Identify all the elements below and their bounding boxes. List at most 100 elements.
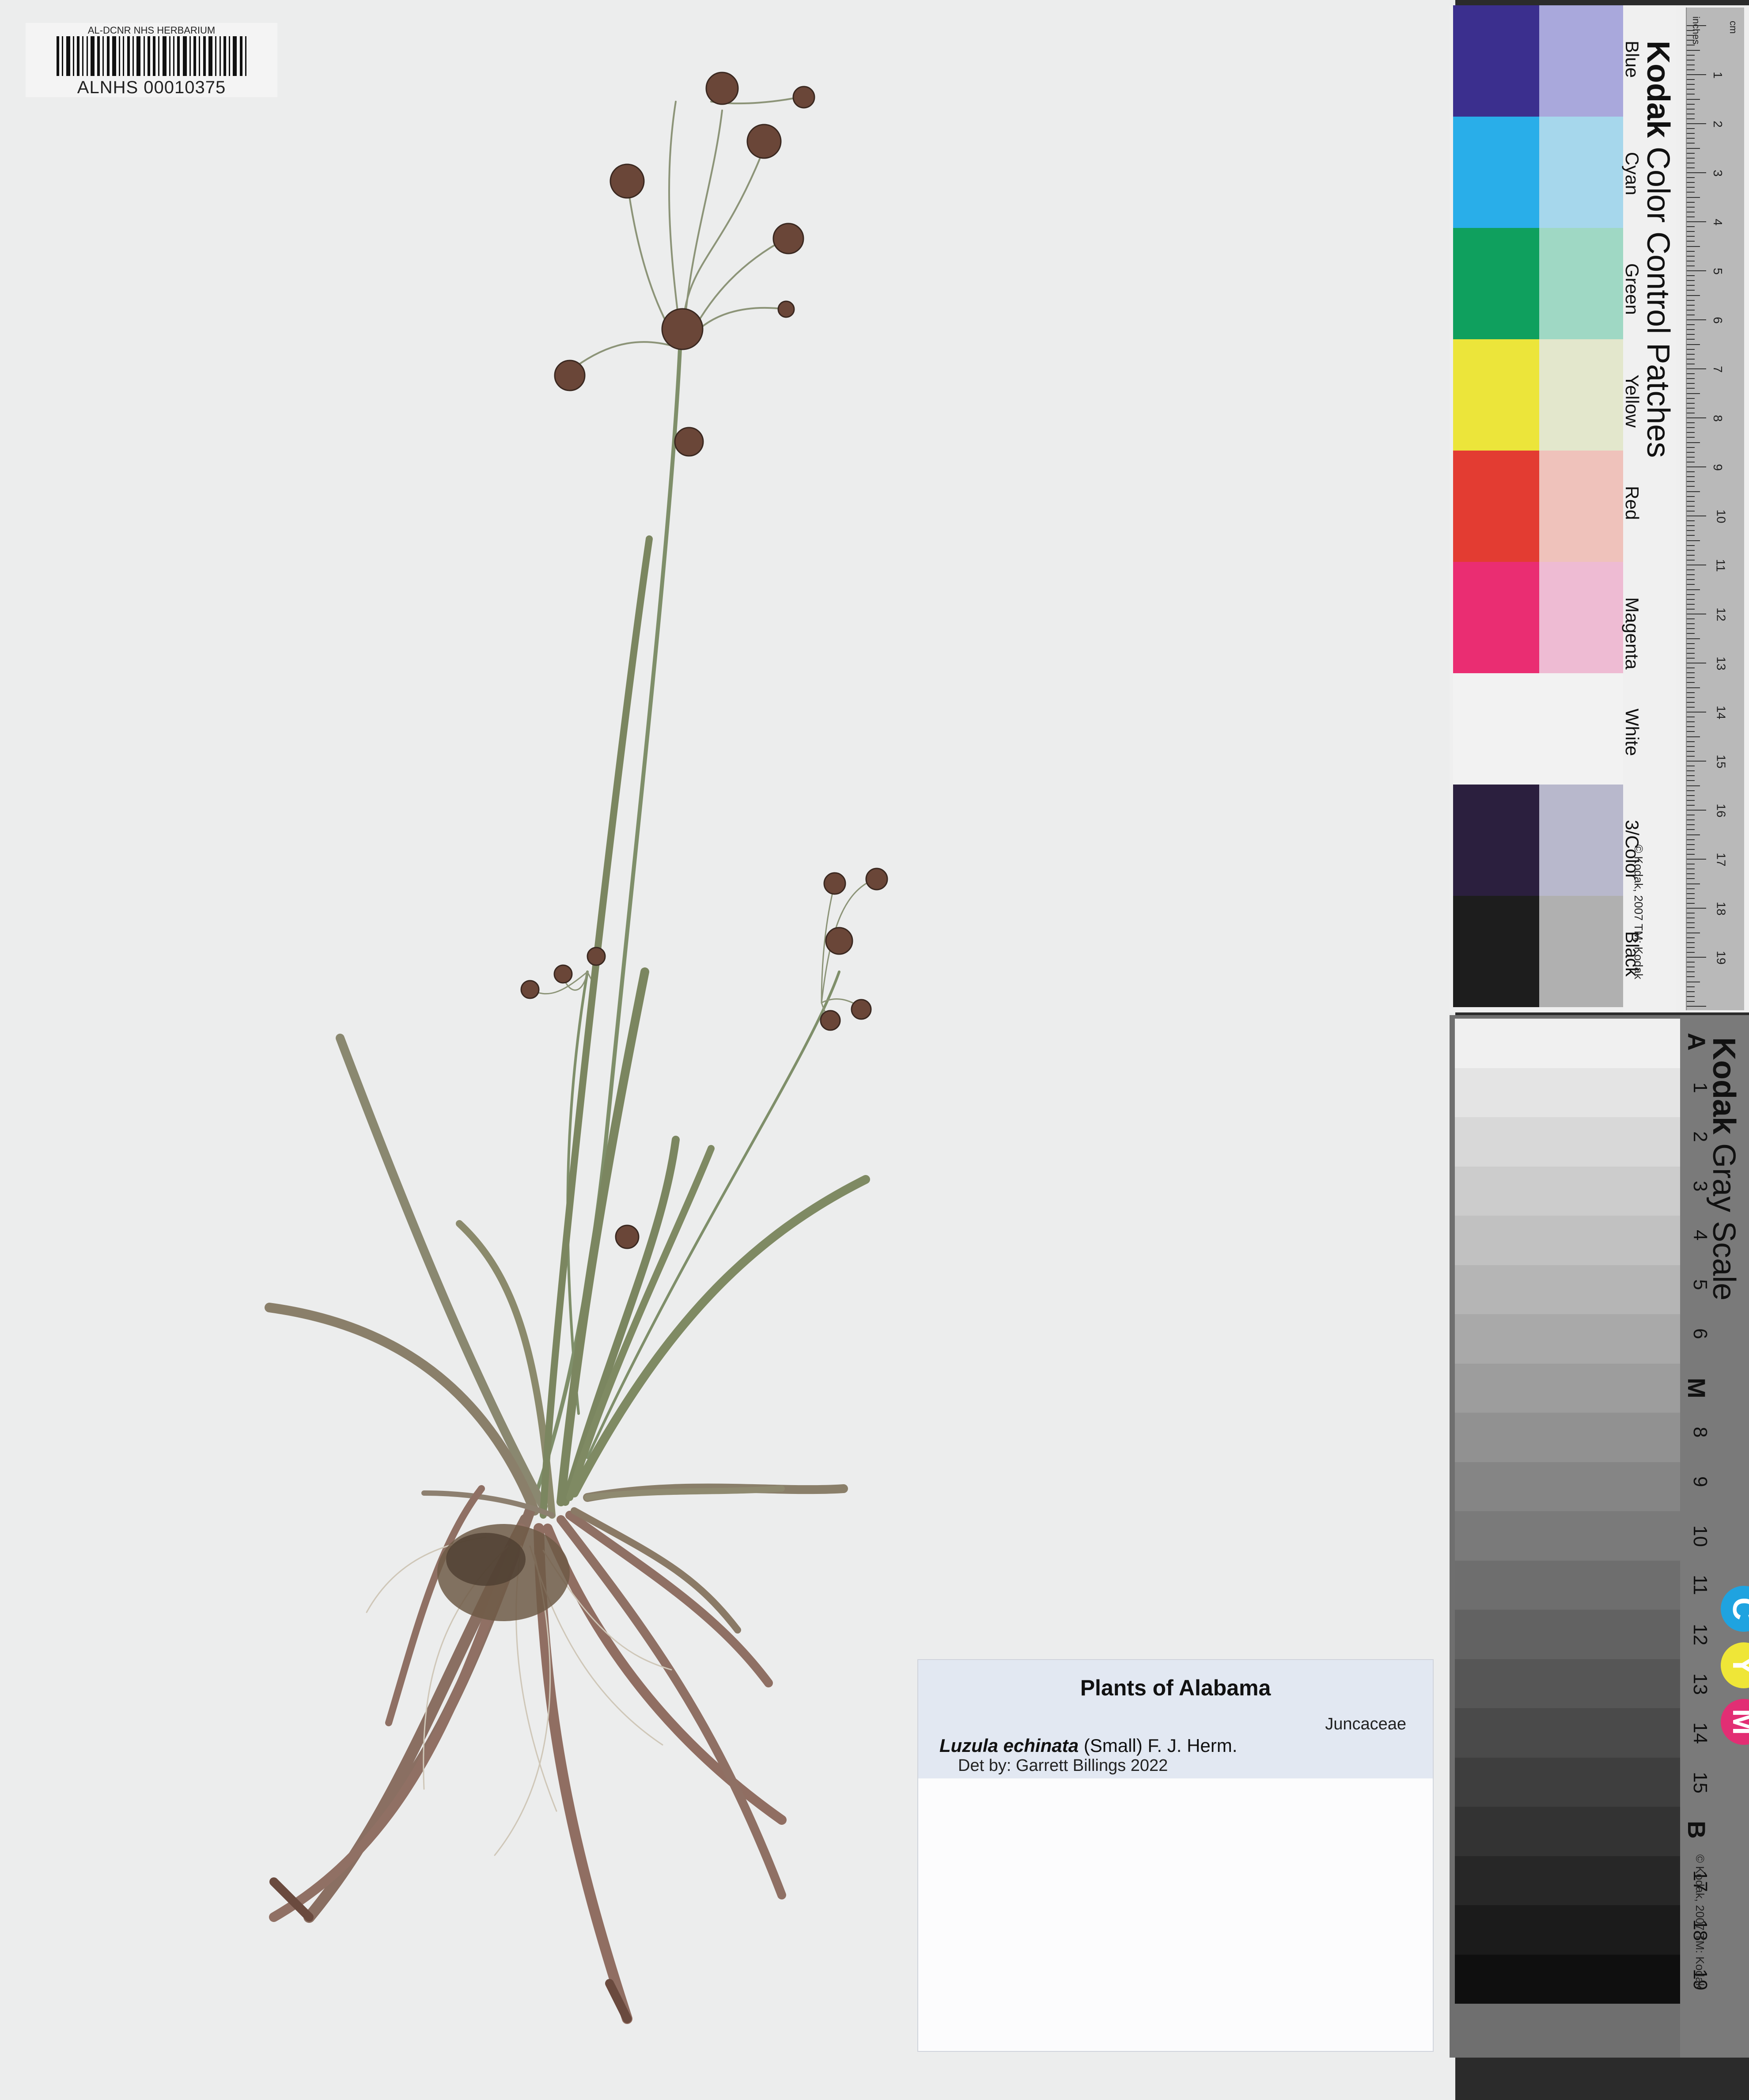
ruler-tick: [1687, 917, 1695, 919]
ruler-tick: [1687, 716, 1695, 718]
ruler-tick: [1687, 123, 1706, 124]
ruler-tick: [1687, 682, 1695, 683]
ruler-tick: [1687, 285, 1695, 286]
ruler-tick: [1687, 569, 1695, 571]
ruler-tick: [1687, 623, 1695, 625]
ruler-tick: [1687, 942, 1695, 943]
color-chart-copyright: © Kodak, 2007 TM: Kodak: [1632, 845, 1645, 979]
ruler-tick: [1687, 167, 1695, 168]
ruler-tick: [1687, 447, 1695, 448]
ruler-tick: [1687, 657, 1695, 659]
ruler-tick: [1687, 898, 1695, 899]
ruler-tick: [1687, 608, 1695, 610]
ruler-tick: [1687, 334, 1695, 335]
cym-dot-y: Y: [1721, 1642, 1749, 1688]
ruler-number: 5: [1711, 268, 1725, 275]
ruler-tick: [1687, 25, 1706, 26]
patch-dark-red: [1453, 451, 1539, 562]
ruler-tick: [1687, 618, 1695, 620]
ruler-tick: [1687, 388, 1695, 389]
gray-step-label: M: [1683, 1377, 1711, 1399]
kodak-color-control-patches: Kodak Color Control Patches Blue Cyan Gree…: [1450, 5, 1749, 1012]
ruler-tick: [1687, 466, 1706, 467]
gray-step-patch: [1455, 1166, 1680, 1216]
ruler-tick: [1687, 486, 1695, 487]
ruler-tick: [1687, 652, 1695, 654]
ruler-tick: [1687, 407, 1695, 409]
gray-step-patch: [1455, 1560, 1680, 1610]
ruler-tick: [1687, 751, 1695, 752]
gray-step-patch: [1455, 1265, 1680, 1314]
ruler-tick: [1687, 393, 1700, 394]
ruler-tick: [1687, 74, 1706, 75]
ruler-tick: [1687, 79, 1695, 80]
ruler-tick: [1687, 368, 1706, 369]
ruler-tick: [1687, 255, 1695, 257]
ruler-tick: [1687, 226, 1695, 227]
gray-step-label: B: [1683, 1821, 1711, 1839]
patch-dark-blue: [1453, 5, 1539, 117]
ruler-tick: [1687, 221, 1706, 222]
ruler-tick: [1687, 427, 1695, 428]
gray-step-label: 9: [1689, 1476, 1711, 1487]
ruler-tick: [1687, 888, 1695, 889]
ruler-tick: [1687, 957, 1706, 958]
gray-step-label: 10: [1689, 1525, 1711, 1547]
patch-light-3-color: [1539, 785, 1625, 896]
ruler-tick: [1687, 829, 1695, 830]
ruler-tick: [1687, 94, 1695, 95]
ruler-number: 1: [1711, 72, 1725, 79]
ruler-tick: [1687, 755, 1695, 757]
ruler-tick: [1687, 143, 1695, 144]
ruler-tick: [1687, 358, 1695, 360]
ruler-tick: [1687, 648, 1695, 649]
ruler-tick: [1687, 638, 1700, 639]
ruler-tick: [1687, 265, 1695, 266]
ruler-number: 8: [1711, 415, 1725, 422]
ruler-tick: [1687, 456, 1695, 458]
gray-step-patch: [1455, 1019, 1680, 1068]
ruler-tick: [1687, 157, 1695, 159]
ruler-tick: [1687, 951, 1695, 953]
patch-light-magenta: [1539, 562, 1625, 673]
ruler-tick: [1687, 937, 1695, 938]
ruler-tick: [1687, 927, 1695, 929]
ruler-tick: [1687, 643, 1695, 644]
patch-dark-yellow: [1453, 339, 1539, 451]
kodak-brand-gray: Kodak: [1706, 1037, 1741, 1135]
ruler-tick: [1687, 731, 1695, 732]
ruler-tick: [1687, 476, 1695, 478]
ruler-tick: [1687, 353, 1695, 355]
ruler-tick: [1687, 496, 1695, 497]
ruler-tick: [1687, 902, 1695, 904]
gray-scale-copyright: © Kodak, 2007 TM: Kodak: [1693, 1854, 1707, 1989]
patch-dark-magenta: [1453, 562, 1539, 673]
ruler-number: 19: [1714, 951, 1728, 965]
ruler-tick: [1687, 559, 1695, 561]
taxon-name: Luzula echinata: [939, 1735, 1079, 1756]
patch-dark-cyan: [1453, 117, 1539, 228]
gray-step-patch: [1455, 1807, 1680, 1856]
patch-label: Blue: [1622, 41, 1643, 78]
ruler-tick: [1687, 304, 1695, 306]
ruler-tick: [1687, 59, 1695, 61]
ruler-tick: [1687, 667, 1695, 669]
gray-step-label: 6: [1689, 1328, 1711, 1339]
ruler-tick: [1687, 500, 1695, 502]
ruler-tick: [1687, 726, 1695, 728]
ruler-tick: [1687, 201, 1695, 203]
family-name: Juncaceae: [1325, 1715, 1406, 1733]
patch-light-blue: [1539, 5, 1625, 117]
ruler-tick: [1687, 697, 1695, 698]
ruler-tick: [1687, 810, 1706, 811]
ruler-number: 11: [1714, 559, 1728, 572]
ruler-tick: [1687, 849, 1695, 850]
ruler-tick: [1687, 64, 1695, 65]
ruler-tick: [1687, 152, 1695, 154]
ruler-tick: [1687, 878, 1695, 879]
ruler-tick: [1687, 603, 1695, 605]
ruler-number: 17: [1714, 853, 1728, 867]
ruler-tick: [1687, 873, 1695, 875]
ruler-tick: [1687, 599, 1695, 600]
ruler-tick: [1687, 510, 1695, 512]
